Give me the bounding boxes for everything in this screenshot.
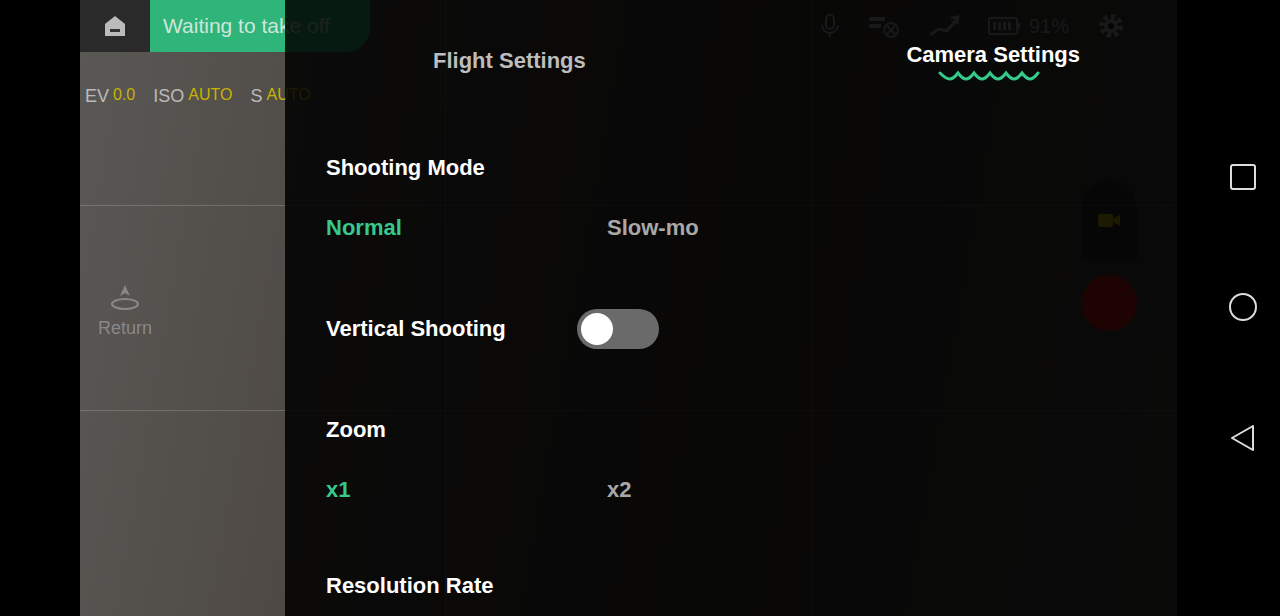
option-item[interactable]: x2 — [607, 475, 888, 505]
setting-header: Resolution Rate — [326, 571, 1177, 601]
exposure-label: EV — [85, 86, 109, 107]
drone-camera-screen: Waiting to take off 91% EV 0.0ISO AUTOS … — [0, 0, 1280, 616]
exposure-value: AUTO — [188, 86, 232, 107]
return-label: Return — [98, 318, 152, 339]
exposure-label: S — [250, 86, 262, 107]
exposure-label: ISO — [153, 86, 184, 107]
setting-label: Zoom — [326, 415, 1177, 445]
toggle-knob — [581, 313, 613, 345]
toggle-setting: Vertical Shooting — [326, 309, 1177, 349]
selected-tab-underline — [938, 69, 1048, 81]
recents-square-icon[interactable] — [1229, 163, 1257, 191]
exposure-item[interactable]: EV 0.0 — [85, 86, 135, 107]
setting-label: Shooting Mode — [326, 153, 1177, 183]
tab-label: Camera Settings — [906, 41, 1080, 69]
settings-tabs: Flight Settings Camera Settings — [285, 0, 1177, 112]
settings-list: Shooting Mode NormalSlow-mo Vertical Shoo… — [285, 112, 1177, 601]
home-button[interactable] — [80, 0, 150, 52]
hud-left: EV 0.0 ISO AUTO S AUTO Return — [80, 52, 311, 616]
back-triangle-icon[interactable] — [1229, 423, 1257, 453]
option-group: x1x2 — [326, 475, 1177, 505]
home-circle-icon[interactable] — [1228, 292, 1258, 322]
option-group: NormalSlow-mo — [326, 213, 1177, 243]
home-icon — [102, 13, 128, 39]
return-home-icon — [108, 282, 142, 312]
tab-label: Flight Settings — [433, 47, 586, 75]
option-item[interactable]: Normal — [326, 213, 607, 243]
exposure-value: 0.0 — [113, 86, 135, 107]
option-setting: Zoom x1x2 — [326, 415, 1177, 505]
option-item[interactable]: Slow-mo — [607, 213, 888, 243]
toggle-switch[interactable] — [577, 309, 659, 349]
exposure-readout: EV 0.0 ISO AUTO S AUTO — [85, 86, 311, 107]
settings-panel: Flight Settings Camera Settings Shooting… — [285, 0, 1177, 616]
setting-label: Resolution Rate — [326, 571, 1177, 601]
settings-tab[interactable]: Camera Settings — [906, 41, 1080, 81]
settings-tab[interactable]: Flight Settings — [433, 47, 586, 75]
exposure-item[interactable]: ISO AUTO — [153, 86, 232, 107]
setting-label: Vertical Shooting — [326, 314, 577, 344]
option-item[interactable]: x1 — [326, 475, 607, 505]
android-nav-bar — [1177, 0, 1280, 616]
camera-feed: Waiting to take off 91% EV 0.0ISO AUTOS … — [80, 0, 1177, 616]
left-strip — [0, 0, 80, 616]
option-setting: Shooting Mode NormalSlow-mo — [326, 153, 1177, 243]
return-button[interactable]: Return — [85, 282, 165, 339]
